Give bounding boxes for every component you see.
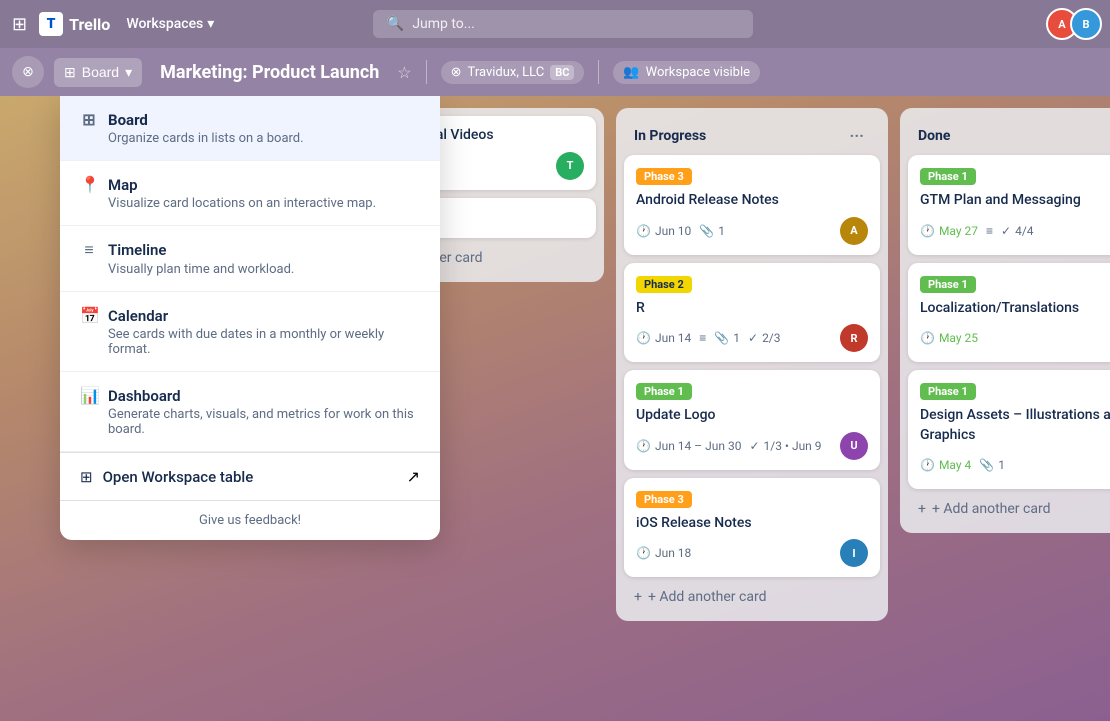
dropdown-item-board[interactable]: ⊞ Board Organize cards in lists on a boa… [60,96,440,161]
workspaces-menu[interactable]: Workspaces ▾ [118,12,222,36]
in-progress-title: In Progress [634,128,706,144]
add-icon: + [634,589,642,605]
map-menu-icon: 📍 [80,175,98,194]
view-dropdown: ⊞ Board Organize cards in lists on a boa… [60,96,440,540]
card-update-logo[interactable]: Phase 1 Update Logo 🕐 Jun 14 – Jun 30 ✓ … [624,370,880,470]
phase-badge: Phase 1 [920,383,976,400]
phase-badge: Phase 1 [920,276,976,293]
open-workspace-icon: ⊞ [80,468,93,486]
card-avatar: U [840,432,868,460]
column-in-progress: In Progress ··· Phase 3 Android Release … [616,108,888,709]
card-design-assets[interactable]: Phase 1 Design Assets – Illustrations an… [908,370,1110,489]
board-title: Marketing: Product Launch [152,62,387,83]
phase-badge: Phase 3 [636,168,692,185]
visible-icon: 👥 [623,65,639,80]
card-avatar: A [840,217,868,245]
in-progress-wrapper: In Progress ··· Phase 3 Android Release … [616,108,888,621]
calendar-menu-icon: 📅 [80,306,98,325]
dropdown-item-dashboard[interactable]: 📊 Dashboard Generate charts, visuals, an… [60,372,440,452]
open-workspace-row[interactable]: ⊞ Open Workspace table ↗ [60,452,440,500]
card-ios-release[interactable]: Phase 3 iOS Release Notes 🕐 Jun 18 I [624,478,880,578]
timeline-menu-icon: ≡ [80,240,98,260]
phase-badge: Phase 1 [920,168,976,185]
trello-logo[interactable]: T Trello [39,12,110,36]
column-done: Done ··· Phase 1 GTM Plan and Messaging … [900,108,1110,709]
top-navbar: ⊞ T Trello Workspaces ▾ 🔍 Jump to... A B [0,0,1110,48]
workspace-visible-chip[interactable]: 👥 Workspace visible [613,61,760,84]
card-localization[interactable]: Phase 1 Localization/Translations 🕐 May … [908,263,1110,363]
add-card-done[interactable]: + + Add another card [908,493,1110,525]
dashboard-menu-icon: 📊 [80,386,98,405]
card-android-release[interactable]: Phase 3 Android Release Notes 🕐 Jun 10 📎… [624,155,880,255]
global-search[interactable]: 🔍 Jump to... [373,10,753,38]
card-avatar: T [556,152,584,180]
in-progress-cards: Phase 3 Android Release Notes 🕐 Jun 10 📎… [624,155,880,577]
clock-icon: 🕐 [636,224,651,238]
board-menu-icon: ⊞ [80,110,98,129]
workspace-chip[interactable]: ⊗ Travidux, LLC BC [441,61,585,84]
in-progress-menu[interactable]: ··· [844,124,870,147]
divider-2 [598,60,599,84]
add-icon: + [918,501,926,517]
view-selector[interactable]: ⊞ Board ▾ [54,58,142,87]
dropdown-item-calendar[interactable]: 📅 Calendar See cards with due dates in a… [60,292,440,372]
card-gtm-plan[interactable]: Phase 1 GTM Plan and Messaging 🕐 May 27 … [908,155,1110,255]
add-card-in-progress[interactable]: + + Add another card [624,581,880,613]
avatar-group: A B [1046,8,1102,40]
phase-badge: Phase 3 [636,491,692,508]
divider-1 [426,60,427,84]
dropdown-item-map[interactable]: 📍 Map Visualize card locations on an int… [60,161,440,226]
done-wrapper: Done ··· Phase 1 GTM Plan and Messaging … [900,108,1110,533]
card-r[interactable]: Phase 2 R 🕐 Jun 14 ≡ 📎 [624,263,880,363]
board-content: ⊞ Board Organize cards in lists on a boa… [0,96,1110,721]
trello-logo-icon: T [39,12,63,36]
phase-badge: Phase 1 [636,383,692,400]
avatar-2[interactable]: B [1070,8,1102,40]
attachment-icon: 📎 [699,224,714,238]
dropdown-item-timeline[interactable]: ≡ Timeline Visually plan time and worklo… [60,226,440,292]
board-bar: ⊗ ⊞ Board ▾ Marketing: Product Launch ☆ … [0,48,1110,96]
back-button[interactable]: ⊗ [12,56,44,88]
workspace-icon: ⊗ [451,65,462,80]
feedback-row[interactable]: Give us feedback! [60,500,440,540]
card-avatar: R [840,324,868,352]
apps-icon[interactable]: ⊞ [8,10,31,39]
search-icon: 🔍 [387,16,404,32]
star-icon[interactable]: ☆ [397,63,411,82]
done-cards: Phase 1 GTM Plan and Messaging 🕐 May 27 … [908,155,1110,489]
nav-right: A B [1046,8,1102,40]
phase-badge: Phase 2 [636,276,692,293]
view-icon: ⊞ [64,64,76,81]
card-avatar: I [840,539,868,567]
trello-name: Trello [69,15,110,34]
open-workspace-arrow: ↗ [407,467,420,486]
done-title: Done [918,128,950,144]
